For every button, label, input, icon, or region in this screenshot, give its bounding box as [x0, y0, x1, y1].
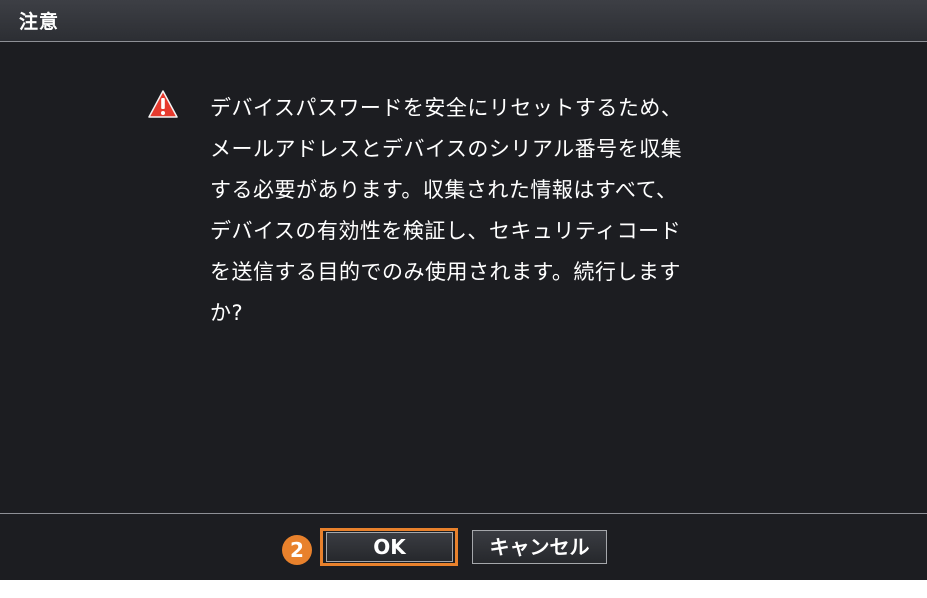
- dialog-footer: [0, 513, 927, 580]
- step-number-badge: 2: [282, 535, 312, 565]
- ok-button[interactable]: OK: [326, 532, 453, 562]
- dialog-message: デバイスパスワードを安全にリセットするため、 メールアドレスとデバイスのシリアル…: [210, 96, 683, 325]
- dialog-title-bar: 注意: [0, 0, 927, 42]
- cancel-button[interactable]: キャンセル: [472, 530, 607, 564]
- dialog-title: 注意: [19, 11, 60, 33]
- warning-triangle-icon: [148, 90, 178, 118]
- confirm-dialog: 注意 デバイスパスワードを安全にリセットするため、 メールアドレスとデバイスのシ…: [0, 0, 927, 580]
